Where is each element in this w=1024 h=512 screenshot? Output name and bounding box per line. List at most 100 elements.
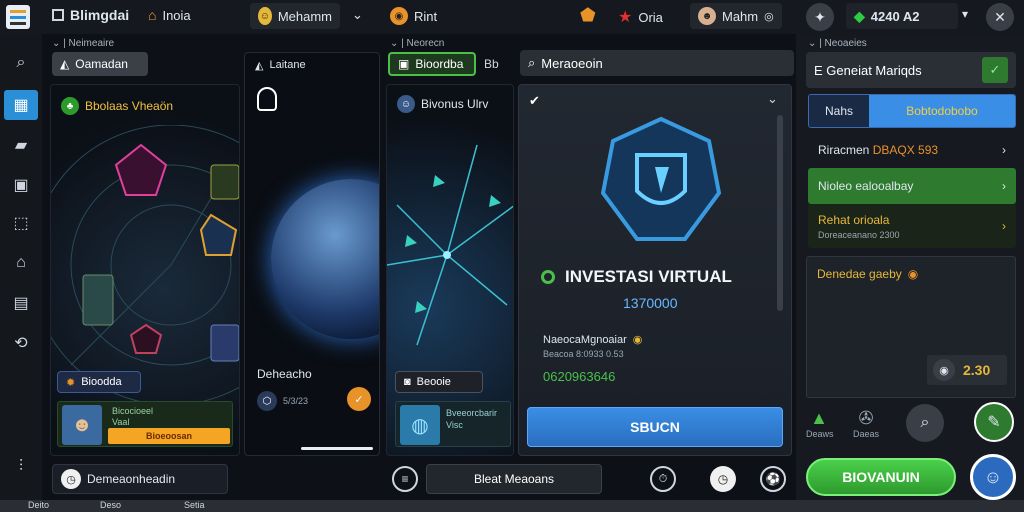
breadcrumb: ⌄ | Neimeaire	[52, 38, 115, 49]
panel-header[interactable]: E Geneiat Mariqds ✓	[806, 52, 1016, 88]
search-bar[interactable]: ⌕ Meraoeoin	[520, 50, 794, 76]
sidebar: ⌕ ▦ ▰ ▣ ⬚ ⌂ ▤ ⟲ ⫶	[0, 34, 42, 500]
info-card[interactable]: ☻ Bicocioeel Vaal Bioeoosan	[57, 401, 233, 447]
shield-outline-icon	[257, 87, 277, 111]
balance-display[interactable]: ◆ 4240 A2	[846, 3, 958, 29]
headline: INVESTASI VIRTUAL	[541, 267, 732, 287]
price-box[interactable]: ◉ 2.30	[927, 355, 1007, 385]
chevron-right-icon: ›	[1002, 219, 1006, 233]
dashboard-icon[interactable]: ▦	[4, 90, 38, 120]
profile-dropdown[interactable]: ☺ Mehamm	[250, 3, 340, 29]
frame-icon[interactable]: ⬚	[4, 208, 38, 238]
robot-icon: ◉	[390, 7, 408, 25]
network-card[interactable]: ☺ Bivonus Ulrv ◙ Beooie ◍ Bveeorcbarir Vi…	[386, 84, 514, 456]
list-row[interactable]: Rehat orioala Doreaceanano 2300 ›	[808, 204, 1016, 248]
tab-active[interactable]: ▣ Bioordba	[388, 52, 476, 76]
tab-button[interactable]: ◭ Oamadan	[52, 52, 148, 76]
chevron-down-icon[interactable]: ⌄	[767, 91, 778, 107]
footer-chip[interactable]: ◷ Demeaonheadin	[52, 464, 228, 494]
breadcrumb: ⌄ | Neorecn	[390, 38, 445, 49]
status-row: ⬡ 5/3/23	[257, 391, 308, 411]
doc-icon: ▣	[398, 57, 410, 71]
scrollbar[interactable]	[777, 115, 783, 311]
user-menu[interactable]: ☻ Mahm ◎	[690, 3, 782, 29]
home-icon[interactable]: ⌂	[4, 248, 38, 278]
taskbar-item[interactable]: Deito	[28, 500, 49, 510]
badge[interactable]: ◙ Beooie	[395, 371, 483, 393]
list-row[interactable]: Riracmen DBAQX 593 ›	[808, 132, 1016, 168]
badge[interactable]: ✹ Bioodda	[57, 371, 141, 393]
top-bar: Blimgdai ⌂ Inoia ☺ Mehamm ⌄ ◉ Rint ⬟ ★ O…	[0, 0, 1024, 34]
link-icon[interactable]: ⟲	[4, 328, 38, 358]
close-icon[interactable]: ✕	[986, 3, 1014, 31]
chart-icon[interactable]: ▤	[4, 288, 38, 318]
bell-icon: ◭	[255, 60, 264, 72]
settings-icon[interactable]: ✦	[806, 3, 834, 31]
briefcase-icon[interactable]: ▣	[4, 170, 38, 200]
support-icon[interactable]: ☺	[970, 454, 1016, 500]
app-title[interactable]: Blimgdai	[52, 7, 129, 23]
tab-right[interactable]: Bobtodobobo	[869, 95, 1015, 127]
network-graphic	[387, 144, 513, 346]
check-circle-icon[interactable]: ✔	[529, 93, 540, 109]
search-icon[interactable]: ⌕	[906, 404, 944, 442]
bell-icon: ◭	[60, 57, 70, 71]
folder-icon[interactable]: ▰	[4, 130, 38, 160]
radar-graphic	[51, 125, 239, 405]
chevron-down-icon[interactable]: ▾	[962, 7, 968, 21]
price-card[interactable]: Denedae gaeby ◉ ◉ 2.30	[806, 256, 1016, 398]
coin-icon: ◉	[632, 334, 643, 346]
investment-card[interactable]: ✔ ⌄ INVESTASI VIRTUAL 1370000 NaeocaMgno…	[518, 84, 792, 456]
tree-icon: ♣	[61, 97, 79, 115]
info-line-2: Vaal	[112, 417, 130, 427]
avatar-icon: ☺	[258, 7, 272, 25]
ball-icon[interactable]: ⚽	[760, 466, 786, 492]
main-button[interactable]: BIOVANUIN	[806, 458, 956, 496]
edit-icon[interactable]: ✎	[974, 402, 1014, 442]
shield-badge-icon[interactable]: ⬟	[580, 5, 596, 26]
receipt-icon[interactable]: ≡	[392, 466, 418, 492]
chevron-right-icon: ›	[1002, 143, 1006, 157]
tab-rint[interactable]: ◉ Rint	[390, 7, 437, 25]
user-status[interactable]: ★ Oria	[618, 7, 663, 27]
house-icon: ⌂	[148, 7, 157, 23]
orange-action-icon[interactable]: ✓	[347, 387, 371, 411]
info-line-1: Bveeorcbarir	[446, 408, 498, 418]
tab-inactive[interactable]: Bb	[484, 57, 499, 71]
scroll-indicator[interactable]	[301, 447, 373, 450]
avatar: ☻	[62, 405, 102, 445]
detail-sub: Beacoa 8:0933 0.53	[543, 349, 624, 359]
target-icon: ◎	[764, 10, 774, 23]
shortcut-1[interactable]: ▲ Deaws	[806, 408, 834, 439]
card-title: ☺ Bivonus Ulrv	[397, 95, 488, 113]
game-card[interactable]: ♣ Bbolaas Vheaön ✹ Bioodda ☻ Bicocioeel V…	[50, 84, 240, 456]
taskbar-item[interactable]: Deso	[100, 500, 121, 510]
tab-left[interactable]: Nahs	[809, 95, 869, 127]
headline-value: 1370000	[623, 295, 678, 311]
globe-card[interactable]: ◭ Laitane Deheacho ⬡ 5/3/23 ✓	[244, 52, 380, 456]
clock-icon[interactable]: ◷	[710, 466, 736, 492]
chart-icon: ▲	[810, 408, 828, 428]
action-button[interactable]: SBUCN	[527, 407, 783, 447]
sliders-icon[interactable]: ⫶	[4, 452, 38, 482]
list-row-highlight[interactable]: Nioleo ealooalbay ›	[808, 168, 1016, 204]
taskbar-item[interactable]: Setia	[184, 500, 205, 510]
shortcut-2[interactable]: ✇ Daeas	[852, 408, 880, 439]
app-logo[interactable]	[6, 5, 30, 29]
tools-icon: ✇	[858, 408, 874, 428]
amount: 0620963646	[543, 369, 616, 384]
card-title: ♣ Bbolaas Vheaön	[61, 97, 173, 115]
window-icon	[52, 9, 64, 21]
globe-image	[271, 179, 379, 339]
orange-button[interactable]: Bioeoosan	[108, 428, 230, 444]
check-icon[interactable]: ✓	[982, 57, 1008, 83]
nav-item-home[interactable]: ⌂ Inoia	[148, 7, 191, 23]
search-icon[interactable]: ⌕	[4, 48, 38, 78]
info-card[interactable]: ◍ Bveeorcbarir Visc	[395, 401, 511, 447]
taskbar: Deito Deso Setia	[0, 500, 1024, 512]
shield-emblem	[600, 116, 722, 241]
chevron-down-icon[interactable]: ⌄	[352, 7, 363, 23]
detail-line: NaeocaMgnoaiar ◉	[543, 333, 643, 347]
timer-icon[interactable]: ⏱	[650, 466, 676, 492]
footer-button[interactable]: Bleat Meaoans	[426, 464, 602, 494]
